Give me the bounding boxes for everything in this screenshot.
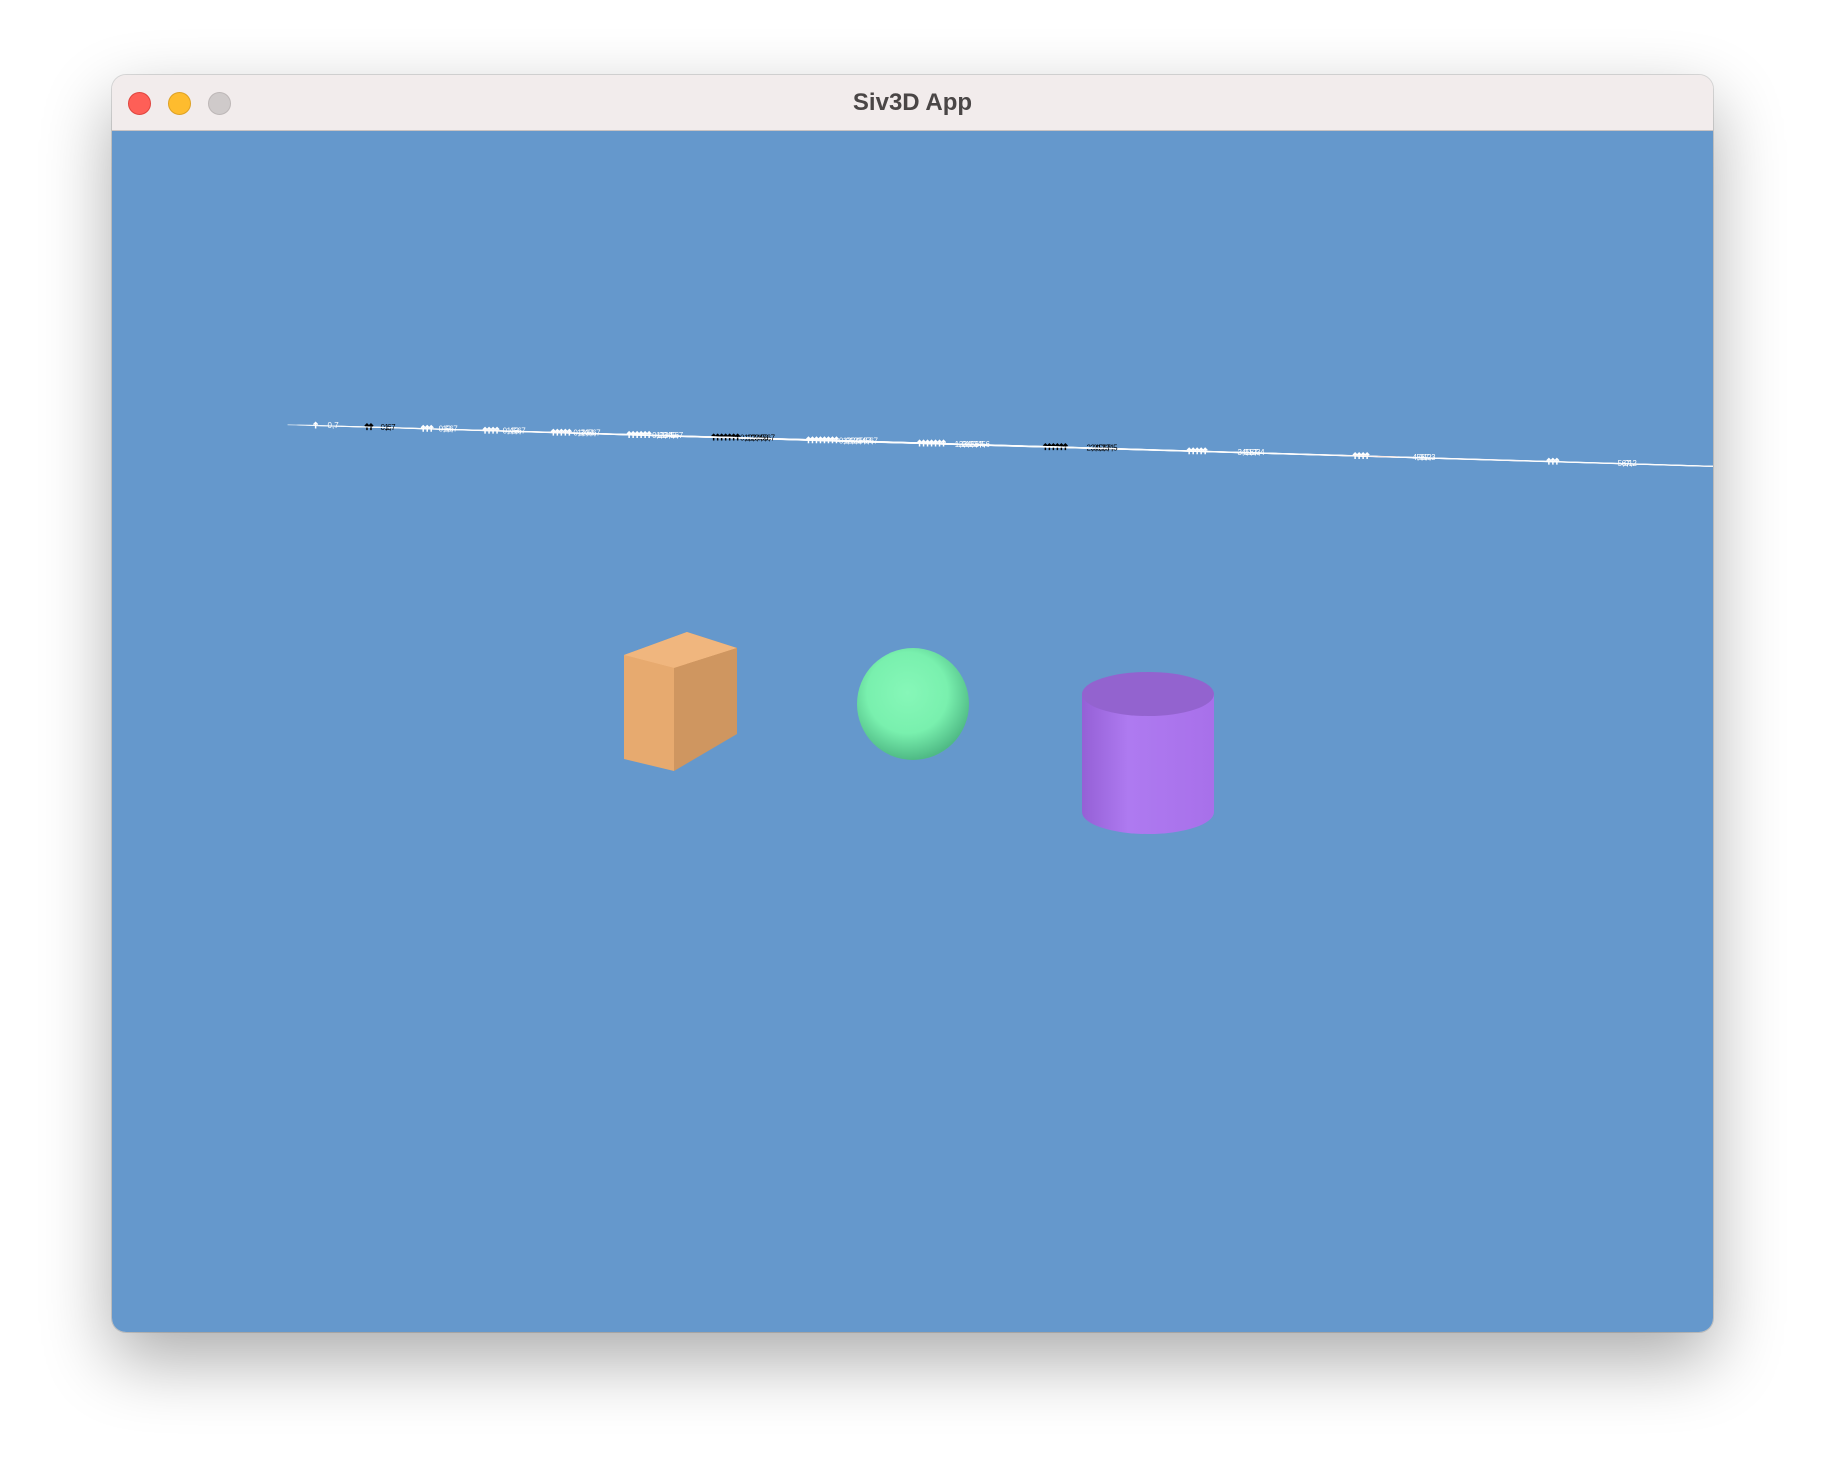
tile-label: 7,7 bbox=[867, 436, 879, 445]
tile-label: 7,6 bbox=[979, 440, 991, 449]
tile-label: 7,4 bbox=[1254, 448, 1266, 457]
scene-canvas[interactable]: 7,06,07,15,06,17,24,05,16,27,33,04,15,26… bbox=[112, 131, 1713, 1332]
tile-label: 6,7 bbox=[764, 434, 776, 443]
app-window: Siv3D App 7,06,07,15,06,17,24,05,16,27,3… bbox=[112, 75, 1713, 1332]
title-bar[interactable]: Siv3D App bbox=[112, 75, 1713, 131]
tile-label: 5,7 bbox=[672, 431, 684, 440]
cylinder-object bbox=[1082, 672, 1214, 834]
tile-label: 4,7 bbox=[589, 429, 601, 438]
tile-label: 7,5 bbox=[1107, 444, 1119, 453]
render-viewport[interactable]: 7,06,07,15,06,17,24,05,16,27,33,04,15,26… bbox=[112, 131, 1713, 1332]
tile-label: 7,2 bbox=[1626, 459, 1638, 468]
tile-label: 7,3 bbox=[1424, 453, 1436, 462]
tile-label: 0,7 bbox=[328, 421, 340, 430]
sphere-object bbox=[857, 648, 969, 760]
window-title: Siv3D App bbox=[852, 89, 973, 116]
tile-label: 2,7 bbox=[447, 425, 459, 434]
tile-label: 1,7 bbox=[385, 423, 397, 432]
tile-label: 3,7 bbox=[515, 426, 527, 435]
